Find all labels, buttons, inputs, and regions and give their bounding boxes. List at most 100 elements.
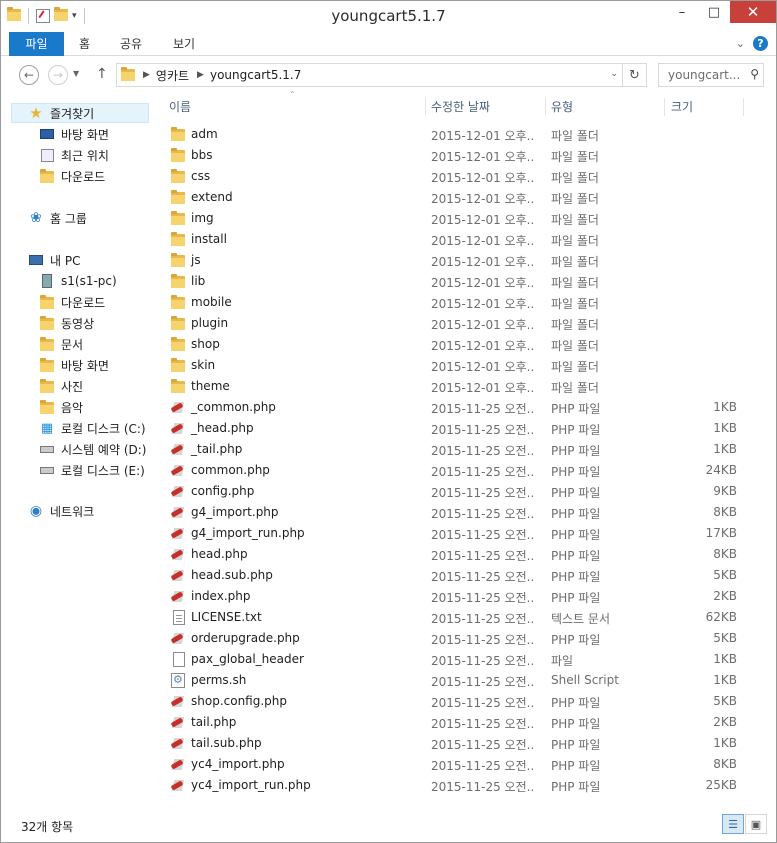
column-header-date[interactable]: 수정한 날짜	[431, 95, 490, 117]
file-row[interactable]: css 2015-12-01 오후... 파일 폴더	[161, 166, 751, 187]
minimize-button[interactable]: –	[666, 1, 698, 23]
file-row[interactable]: g4_import.php 2015-11-25 오전... PHP 파일 8KB	[161, 502, 751, 523]
up-button[interactable]: ↑	[96, 66, 108, 82]
file-size: 8KB	[713, 757, 737, 771]
file-row[interactable]: install 2015-12-01 오후... 파일 폴더	[161, 229, 751, 250]
nav-pc-item[interactable]: 시스템 예약 (D:)	[39, 439, 146, 459]
file-size: 25KB	[705, 778, 737, 792]
forward-button[interactable]: →	[48, 65, 68, 85]
music-icon	[39, 399, 55, 415]
file-row[interactable]: orderupgrade.php 2015-11-25 오전... PHP 파일 5K…	[161, 628, 751, 649]
nav-pc-item[interactable]: 다운로드	[39, 292, 105, 312]
nav-pc-item[interactable]: 로컬 디스크 (E:)	[39, 460, 145, 480]
file-size: 62KB	[705, 610, 737, 624]
column-divider[interactable]	[425, 98, 426, 116]
nav-favorites[interactable]: ★ 즐겨찾기	[11, 103, 149, 123]
file-row[interactable]: index.php 2015-11-25 오전... PHP 파일 2KB	[161, 586, 751, 607]
file-row[interactable]: img 2015-12-01 오후... 파일 폴더	[161, 208, 751, 229]
nav-pc-item[interactable]: 음악	[39, 397, 83, 417]
tab-view[interactable]: 보기	[173, 32, 195, 56]
breadcrumb-item[interactable]: youngcart5.1.7	[210, 68, 301, 82]
file-row[interactable]: plugin 2015-12-01 오후... 파일 폴더	[161, 313, 751, 334]
column-divider[interactable]	[743, 98, 744, 116]
file-size: 1KB	[713, 673, 737, 687]
file-date: 2015-11-25 오전...	[431, 444, 535, 458]
file-row[interactable]: head.php 2015-11-25 오전... PHP 파일 8KB	[161, 544, 751, 565]
file-type: PHP 파일	[551, 633, 601, 647]
refresh-button[interactable]: ↻	[622, 64, 646, 86]
file-name: _tail.php	[191, 442, 243, 456]
column-divider[interactable]	[664, 98, 665, 116]
breadcrumb-item[interactable]: 영카트	[156, 67, 189, 84]
help-icon[interactable]: ?	[753, 36, 768, 51]
file-row[interactable]: shop 2015-12-01 오후... 파일 폴더	[161, 334, 751, 355]
nav-pc-item[interactable]: ▦ 로컬 디스크 (C:)	[39, 418, 146, 438]
file-row[interactable]: tail.sub.php 2015-11-25 오전... PHP 파일 1KB	[161, 733, 751, 754]
file-row[interactable]: mobile 2015-12-01 오후... 파일 폴더	[161, 292, 751, 313]
column-header-size[interactable]: 크기	[671, 95, 693, 117]
file-row[interactable]: LICENSE.txt 2015-11-25 오전... 텍스트 문서 62KB	[161, 607, 751, 628]
details-view-button[interactable]: ☰	[722, 814, 744, 834]
nav-this-pc[interactable]: 내 PC	[28, 250, 80, 270]
file-row[interactable]: _common.php 2015-11-25 오전... PHP 파일 1KB	[161, 397, 751, 418]
expand-ribbon-icon[interactable]: ⌄	[736, 37, 745, 50]
file-row[interactable]: js 2015-12-01 오후... 파일 폴더	[161, 250, 751, 271]
large-icons-view-button[interactable]: ▣	[745, 814, 767, 834]
column-header-type[interactable]: 유형	[551, 95, 573, 117]
file-row[interactable]: shop.config.php 2015-11-25 오전... PHP 파일 5KB	[161, 691, 751, 712]
maximize-button[interactable]: □	[698, 1, 730, 23]
address-dropdown-icon[interactable]: ⌄	[610, 69, 618, 79]
recent-places-icon	[39, 147, 55, 163]
column-header-name[interactable]: 이름	[169, 95, 191, 117]
file-date: 2015-12-01 오후...	[431, 150, 535, 164]
close-button[interactable]: ✕	[730, 1, 776, 23]
file-row[interactable]: lib 2015-12-01 오후... 파일 폴더	[161, 271, 751, 292]
tab-home[interactable]: 홈	[79, 32, 90, 56]
file-size: 2KB	[713, 715, 737, 729]
nav-downloads[interactable]: 다운로드	[39, 166, 105, 186]
file-size: 1KB	[713, 652, 737, 666]
column-divider[interactable]	[545, 98, 546, 116]
file-row[interactable]: skin 2015-12-01 오후... 파일 폴더	[161, 355, 751, 376]
nav-network[interactable]: ◉ 네트워크	[28, 501, 94, 521]
php-file-icon	[170, 715, 187, 730]
tab-file[interactable]: 파일	[9, 32, 64, 56]
file-row[interactable]: perms.sh 2015-11-25 오전... Shell Script 1KB	[161, 670, 751, 691]
desktop-folder-icon	[39, 357, 55, 373]
file-row[interactable]: adm 2015-12-01 오후... 파일 폴더	[161, 124, 751, 145]
file-type: Shell Script	[551, 673, 619, 687]
drive-icon	[39, 462, 55, 478]
file-row[interactable]: g4_import_run.php 2015-11-25 오전... PHP 파일 1…	[161, 523, 751, 544]
search-input[interactable]: youngcart... ⚲	[658, 63, 764, 87]
file-row[interactable]: _tail.php 2015-11-25 오전... PHP 파일 1KB	[161, 439, 751, 460]
file-row[interactable]: config.php 2015-11-25 오전... PHP 파일 9KB	[161, 481, 751, 502]
tab-share[interactable]: 공유	[120, 32, 142, 56]
php-file-icon	[170, 526, 187, 541]
nav-recent[interactable]: 최근 위치	[39, 145, 109, 165]
file-row[interactable]: yc4_import.php 2015-11-25 오전... PHP 파일 8KB	[161, 754, 751, 775]
recent-locations-icon[interactable]: ▼	[73, 69, 79, 78]
file-row[interactable]: extend 2015-12-01 오후... 파일 폴더	[161, 187, 751, 208]
file-date: 2015-11-25 오전...	[431, 738, 535, 752]
file-row[interactable]: head.sub.php 2015-11-25 오전... PHP 파일 5KB	[161, 565, 751, 586]
nav-homegroup[interactable]: ❀ 홈 그룹	[28, 208, 87, 228]
nav-pc-item[interactable]: s1(s1-pc)	[39, 271, 117, 291]
nav-desktop[interactable]: 바탕 화면	[39, 124, 109, 144]
nav-pc-item[interactable]: 바탕 화면	[39, 355, 109, 375]
file-row[interactable]: bbs 2015-12-01 오후... 파일 폴더	[161, 145, 751, 166]
file-row[interactable]: theme 2015-12-01 오후... 파일 폴더	[161, 376, 751, 397]
nav-pc-item[interactable]: 사진	[39, 376, 83, 396]
file-row[interactable]: tail.php 2015-11-25 오전... PHP 파일 2KB	[161, 712, 751, 733]
nav-pc-item[interactable]: 문서	[39, 334, 83, 354]
text-file-icon	[171, 610, 187, 625]
folder-icon	[121, 66, 135, 84]
file-type: PHP 파일	[551, 423, 601, 437]
file-row[interactable]: common.php 2015-11-25 오전... PHP 파일 24KB	[161, 460, 751, 481]
file-name: lib	[191, 274, 206, 288]
address-bar[interactable]: ▶ 영카트 ▶ youngcart5.1.7 ⌄ ↻	[116, 63, 647, 87]
nav-pc-item[interactable]: 동영상	[39, 313, 94, 333]
file-row[interactable]: _head.php 2015-11-25 오전... PHP 파일 1KB	[161, 418, 751, 439]
file-row[interactable]: pax_global_header 2015-11-25 오전... 파일 1KB	[161, 649, 751, 670]
back-button[interactable]: ←	[19, 65, 39, 85]
file-row[interactable]: yc4_import_run.php 2015-11-25 오전... PHP 파일…	[161, 775, 751, 796]
